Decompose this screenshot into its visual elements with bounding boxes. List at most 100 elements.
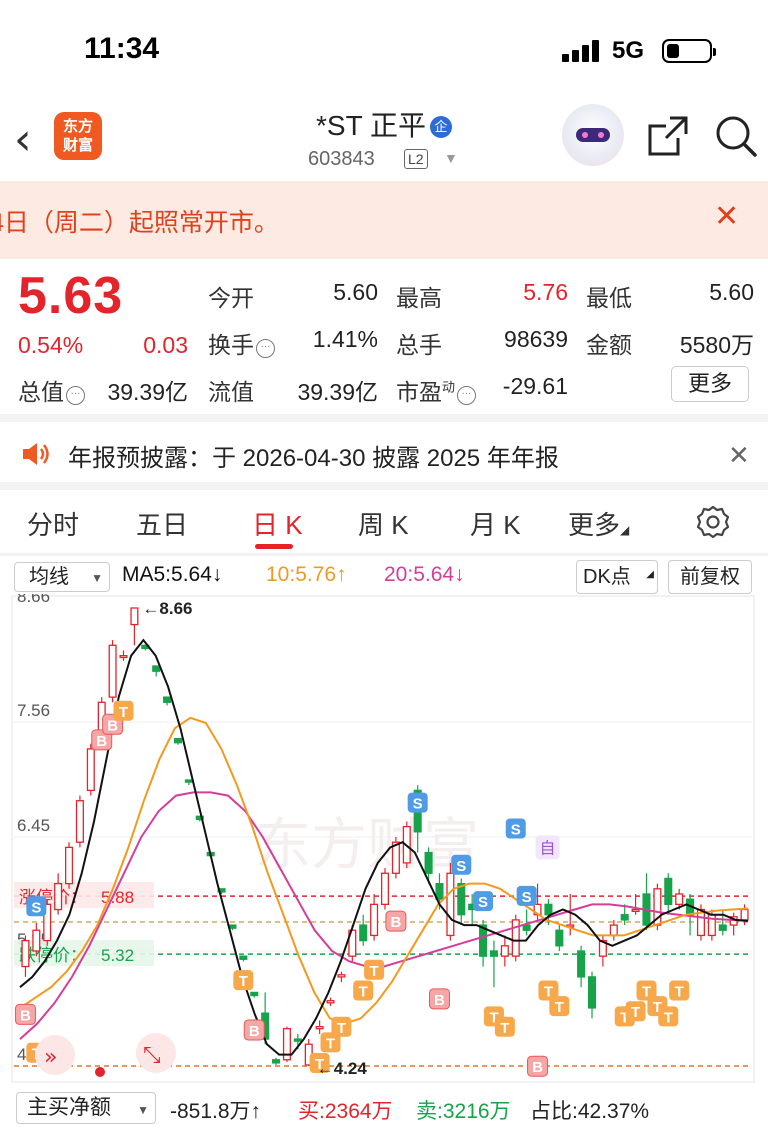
candle-body [359,924,368,942]
ma5-value: MA5:5.64↓ [122,563,223,586]
candle-body [272,1059,281,1064]
divider [0,553,768,556]
candle-body [577,950,586,978]
settings-icon[interactable] [696,505,730,544]
info-icon[interactable]: ··· [66,386,85,405]
tab-weekly-k[interactable]: 周 K [358,505,409,542]
marker-t-label: T [555,999,564,1016]
y-tick-label: 7.56 [17,701,50,720]
market-cap-value: 39.39亿 [107,379,188,405]
candle-body [250,991,259,997]
float-cap-value: 39.39亿 [297,379,378,405]
clock: 11:34 [84,32,160,65]
candle-body [163,696,172,703]
info-icon[interactable]: ··· [457,386,477,405]
candle-body [173,737,183,744]
pe-value: -29.61 [502,373,568,399]
money-flow-select[interactable]: 主买净额 ▼ [16,1092,156,1124]
candle-body [544,903,553,916]
active-tab-indicator [255,544,293,549]
candle-body [664,877,673,906]
candle-body [718,924,727,931]
marker-b-label: B [390,914,401,931]
divider [0,482,768,490]
tab-more[interactable]: 更多◢ [568,505,629,542]
marker-b-label: B [434,992,445,1009]
tab-monthly-k[interactable]: 月 K [470,505,521,542]
tab-intraday[interactable]: 分时 [27,505,79,542]
svg-text:»: » [44,1045,57,1070]
candle-body [457,882,466,916]
enterprise-badge: 企 [429,116,452,138]
marker-s-label: S [31,899,41,916]
last-price: 5.63 [18,267,124,325]
marker-b-label: B [20,1007,31,1024]
network-type: 5G [612,37,645,64]
caret-down-icon[interactable]: ▼ [444,150,458,166]
close-icon[interactable]: ✕ [728,440,750,471]
marker-t-label: T [500,1020,509,1037]
marker-t-label: T [631,1004,640,1021]
fullscreen-icon[interactable]: ⤡ [136,1033,176,1073]
caret-down-icon: ▼ [91,571,103,585]
candle-body [511,919,520,957]
turnover-label: 换手 ··· [208,326,275,360]
ma-select[interactable]: 均线 ▼ [14,562,110,592]
candle-body [370,903,379,937]
market-notice-banner: 4日（周二）起照常开市。 ✕ [0,181,768,259]
ma20-value: 20:5.64↓ [384,563,465,586]
low-label: 最低 [586,285,632,311]
open-value: 5.60 [333,279,378,305]
candle-body [446,872,455,937]
share-icon[interactable] [646,114,690,163]
more-quote-button[interactable]: 更多 [671,366,749,402]
volume-value: 98639 [504,326,568,352]
ai-assistant-avatar[interactable] [562,104,624,166]
y-tick-label: 8.66 [17,594,50,606]
candle-body [130,607,139,626]
signal-icon [562,40,602,62]
candle-body [184,779,193,783]
candle-body [65,846,74,885]
turnover-value: 1.41% [312,326,378,352]
candle-body [32,929,41,952]
announcement-text[interactable]: 年报预披露：于 2026-04-30 披露 2025 年年报 [68,438,559,473]
candle-body [152,665,161,672]
change-percent: 0.54% [18,332,84,358]
candle-body [424,851,433,874]
change-amount: 0.03 [143,332,188,358]
amount-label: 金额 [586,332,632,358]
close-icon[interactable]: ✕ [714,199,739,234]
high-label: 最高 [396,285,442,311]
adjust-mode-button[interactable]: 前复权 [668,560,752,594]
marker-s-label: S [478,894,488,911]
marker-t-label: T [370,963,379,980]
level2-badge[interactable]: L2 [404,149,428,169]
expand-icon[interactable]: » [35,1035,75,1075]
marker-t-label: T [326,1035,335,1052]
buy-value: 买:2364万 [298,1100,393,1123]
caret-down-icon: ▼ [137,1103,149,1117]
candlestick-chart[interactable]: 东方财富 8.667.566.455.354.24 涨停价：5.88跌停价：5.… [0,594,768,1088]
tab-five-day[interactable]: 五日 [136,505,188,542]
marker-t-label: T [239,973,248,990]
notice-text: 4日（周二）起照常开市。 [0,209,279,237]
candle-body [108,644,117,698]
search-icon[interactable] [714,114,758,163]
candle-body [587,976,597,1009]
status-bar: 11:34 5G [0,0,768,100]
candle-body [631,908,640,912]
speaker-icon [20,440,50,473]
candle-body [500,945,509,957]
stock-code: 603843 [308,148,375,170]
svg-text:⤡: ⤡ [143,1043,161,1068]
y-tick-label: 6.45 [17,816,50,835]
candle-body [675,893,684,906]
candle-body [522,924,531,931]
info-icon[interactable]: ··· [256,339,275,358]
candle-body [54,882,63,911]
marker-t-label: T [119,704,128,721]
dk-point-button[interactable]: DK点 ◢ [576,560,658,594]
sell-value: 卖:3216万 [416,1100,511,1123]
tab-daily-k[interactable]: 日 K [252,505,303,542]
